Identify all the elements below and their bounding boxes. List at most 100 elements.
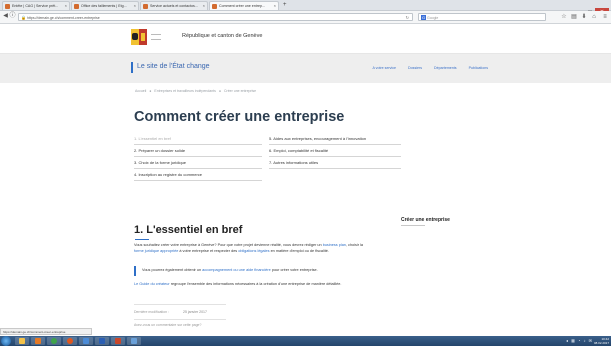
- quote-text: Vous pourrez également obtenir un accomp…: [142, 268, 368, 274]
- breadcrumb-entreprises[interactable]: Entreprises et travailleurs indépendants: [154, 89, 215, 93]
- browser-tab[interactable]: Entête | CAG | Service prêt... ×: [2, 1, 70, 10]
- powerpoint-icon: [115, 338, 121, 344]
- taskbar-clock[interactable]: 10:42 08.02.2017: [594, 337, 609, 345]
- browser-tab[interactable]: Office des faillements | Etg... ×: [71, 1, 139, 10]
- paragraph-text: , choisir la: [345, 243, 364, 247]
- lock-icon: 🔒: [21, 15, 26, 20]
- reading-list-icon[interactable]: ▤: [570, 13, 578, 21]
- main-nav: A votre service Dossiers Départements Pu…: [361, 66, 488, 70]
- tab-label: Office des faillements | Etg...: [81, 4, 127, 8]
- sidebar-title: Créer une entreprise: [401, 217, 450, 223]
- viewer-icon: [131, 338, 137, 344]
- breadcrumb-separator-icon: ●: [149, 89, 152, 93]
- toc-item-essentiel[interactable]: 1. L'essentiel en bref: [134, 134, 262, 145]
- page-title: Comment créer une entreprise: [134, 109, 345, 125]
- taskbar-app-explorer[interactable]: [15, 337, 29, 345]
- breadcrumb-home[interactable]: Accueil: [135, 89, 146, 93]
- taskbar-app-word[interactable]: [95, 337, 109, 345]
- download-icon[interactable]: ⬇: [580, 13, 588, 21]
- toc-item-emploi[interactable]: 6. Emploi, comptabilité et fiscalité: [269, 146, 401, 157]
- highlight-quote: Vous pourrez également obtenir un accomp…: [134, 266, 370, 276]
- favicon-icon: [5, 4, 10, 9]
- status-bar-url: https://demain.ge.ch/comment-creer-entre…: [0, 328, 92, 335]
- toc-item-dossier[interactable]: 2. Préparer un dossier solide: [134, 146, 262, 157]
- guide-createur-link[interactable]: Le Guide du créateur: [134, 282, 170, 286]
- taskbar-app-firefox[interactable]: [63, 337, 77, 345]
- url-text: https://demain.ge.ch/comment-creer-entre…: [27, 16, 100, 20]
- media-player-icon: [35, 338, 41, 344]
- browser-tab[interactable]: Service actuels et contactos... ×: [140, 1, 208, 10]
- nav-link-departements[interactable]: Départements: [434, 66, 457, 70]
- paragraph-text: Vous pourrez également obtenir un: [142, 268, 203, 272]
- toc-item-aides[interactable]: 5. Aides aux entreprises, encouragement …: [269, 134, 401, 145]
- clock-date: 08.02.2017: [593, 341, 609, 345]
- google-icon: G: [421, 15, 426, 20]
- logo-divider: [151, 34, 161, 40]
- firefox-icon: [67, 338, 73, 344]
- home-icon[interactable]: ⌂: [590, 13, 598, 21]
- taskbar-app-media[interactable]: [31, 337, 45, 345]
- toc-item-registre[interactable]: 4. Inscription au registre du commerce: [134, 170, 262, 181]
- network-icon: [83, 338, 89, 344]
- close-tab-icon[interactable]: ×: [274, 2, 276, 10]
- browser-tab-active[interactable]: Comment créer une entrep... ×: [209, 1, 279, 10]
- paragraph-text: en matière d'emploi ou de fiscalité.: [269, 248, 329, 253]
- nav-link-publications[interactable]: Publications: [469, 66, 488, 70]
- geneva-crest-logo[interactable]: [131, 29, 147, 45]
- favicon-icon: [74, 4, 79, 9]
- site-brand[interactable]: Le site de l'État change: [137, 63, 210, 70]
- business-plan-link[interactable]: business plan: [323, 243, 346, 247]
- reload-icon[interactable]: ↻: [406, 14, 409, 20]
- paragraph-text: Vous souhaitez créer votre entreprise à …: [134, 243, 323, 247]
- taskbar-app-powerpoint[interactable]: [111, 337, 125, 345]
- address-bar[interactable]: 🔒 https://demain.ge.ch/comment-creer-ent…: [18, 13, 413, 21]
- paragraph-text: pour créer votre entreprise.: [270, 268, 318, 272]
- site-title[interactable]: République et canton de Genève: [182, 33, 262, 39]
- taskbar-app-viewer[interactable]: [127, 337, 141, 345]
- feedback-prompt[interactable]: Avez-vous un commentaire sur cette page?: [134, 323, 201, 327]
- chrome-icon: [51, 338, 57, 344]
- window-controls: –□✕: [575, 0, 609, 16]
- search-placeholder: Google: [427, 16, 439, 20]
- word-icon: [99, 338, 105, 344]
- last-modified: Dernière modification : 25 janvier 2017: [134, 310, 207, 314]
- tab-label: Comment créer une entrep...: [219, 4, 265, 8]
- close-tab-icon[interactable]: ×: [203, 2, 205, 10]
- nav-link-dossiers[interactable]: Dossiers: [408, 66, 422, 70]
- system-tray[interactable]: ◂ ▦ ◔ ♪ ✉: [566, 338, 593, 343]
- divider: [134, 319, 226, 320]
- tab-label: Service actuels et contactos...: [150, 4, 198, 8]
- info-icon[interactable]: ⓘ: [9, 13, 16, 20]
- sidebar-title-underline: [401, 225, 425, 226]
- close-tab-icon[interactable]: ×: [134, 2, 136, 10]
- favicon-icon: [212, 4, 217, 9]
- favicon-icon: [143, 4, 148, 9]
- forme-juridique-link[interactable]: forme juridique appropriée: [134, 249, 178, 253]
- taskbar: ◂ ▦ ◔ ♪ ✉ 10:42 08.02.2017: [0, 336, 611, 346]
- guide-paragraph: Le Guide du créateur regroupe l'ensemble…: [134, 282, 370, 288]
- intro-paragraph: Vous souhaitez créer votre entreprise à …: [134, 243, 370, 254]
- browser-tab-bar: Entête | CAG | Service prêt... × Office …: [0, 0, 611, 16]
- tab-label: Entête | CAG | Service prêt...: [12, 4, 59, 8]
- search-input[interactable]: G Google: [418, 13, 546, 21]
- paragraph-text: à votre entreprise et respecter des: [178, 248, 239, 253]
- close-tab-icon[interactable]: ×: [65, 2, 67, 10]
- taskbar-app-network[interactable]: [79, 337, 93, 345]
- new-tab-button[interactable]: +: [283, 1, 287, 9]
- star-icon[interactable]: ☆: [560, 13, 568, 21]
- toc-item-autres[interactable]: 7. Autres informations utiles: [269, 158, 401, 169]
- accompagnement-link[interactable]: accompagnement ou une aide financière: [202, 268, 271, 272]
- last-modified-date: 25 janvier 2017: [183, 310, 207, 314]
- menu-icon[interactable]: ≡: [601, 13, 609, 21]
- taskbar-app-chrome[interactable]: [47, 337, 61, 345]
- obligations-legales-link[interactable]: obligations légales: [238, 249, 269, 253]
- site-header: République et canton de Genève: [0, 24, 611, 54]
- section-title-underline: [135, 239, 149, 240]
- nav-link-a-votre-service[interactable]: A votre service: [372, 66, 396, 70]
- folder-icon: [19, 338, 25, 344]
- toc-item-forme-juridique[interactable]: 3. Choix de la forme juridique: [134, 158, 262, 169]
- back-icon[interactable]: ◀: [2, 13, 9, 20]
- brand-accent-bar: [131, 62, 133, 73]
- browser-nav-bar: ◀ ⓘ 🔒 https://demain.ge.ch/comment-creer…: [0, 11, 611, 24]
- start-button[interactable]: [1, 336, 11, 346]
